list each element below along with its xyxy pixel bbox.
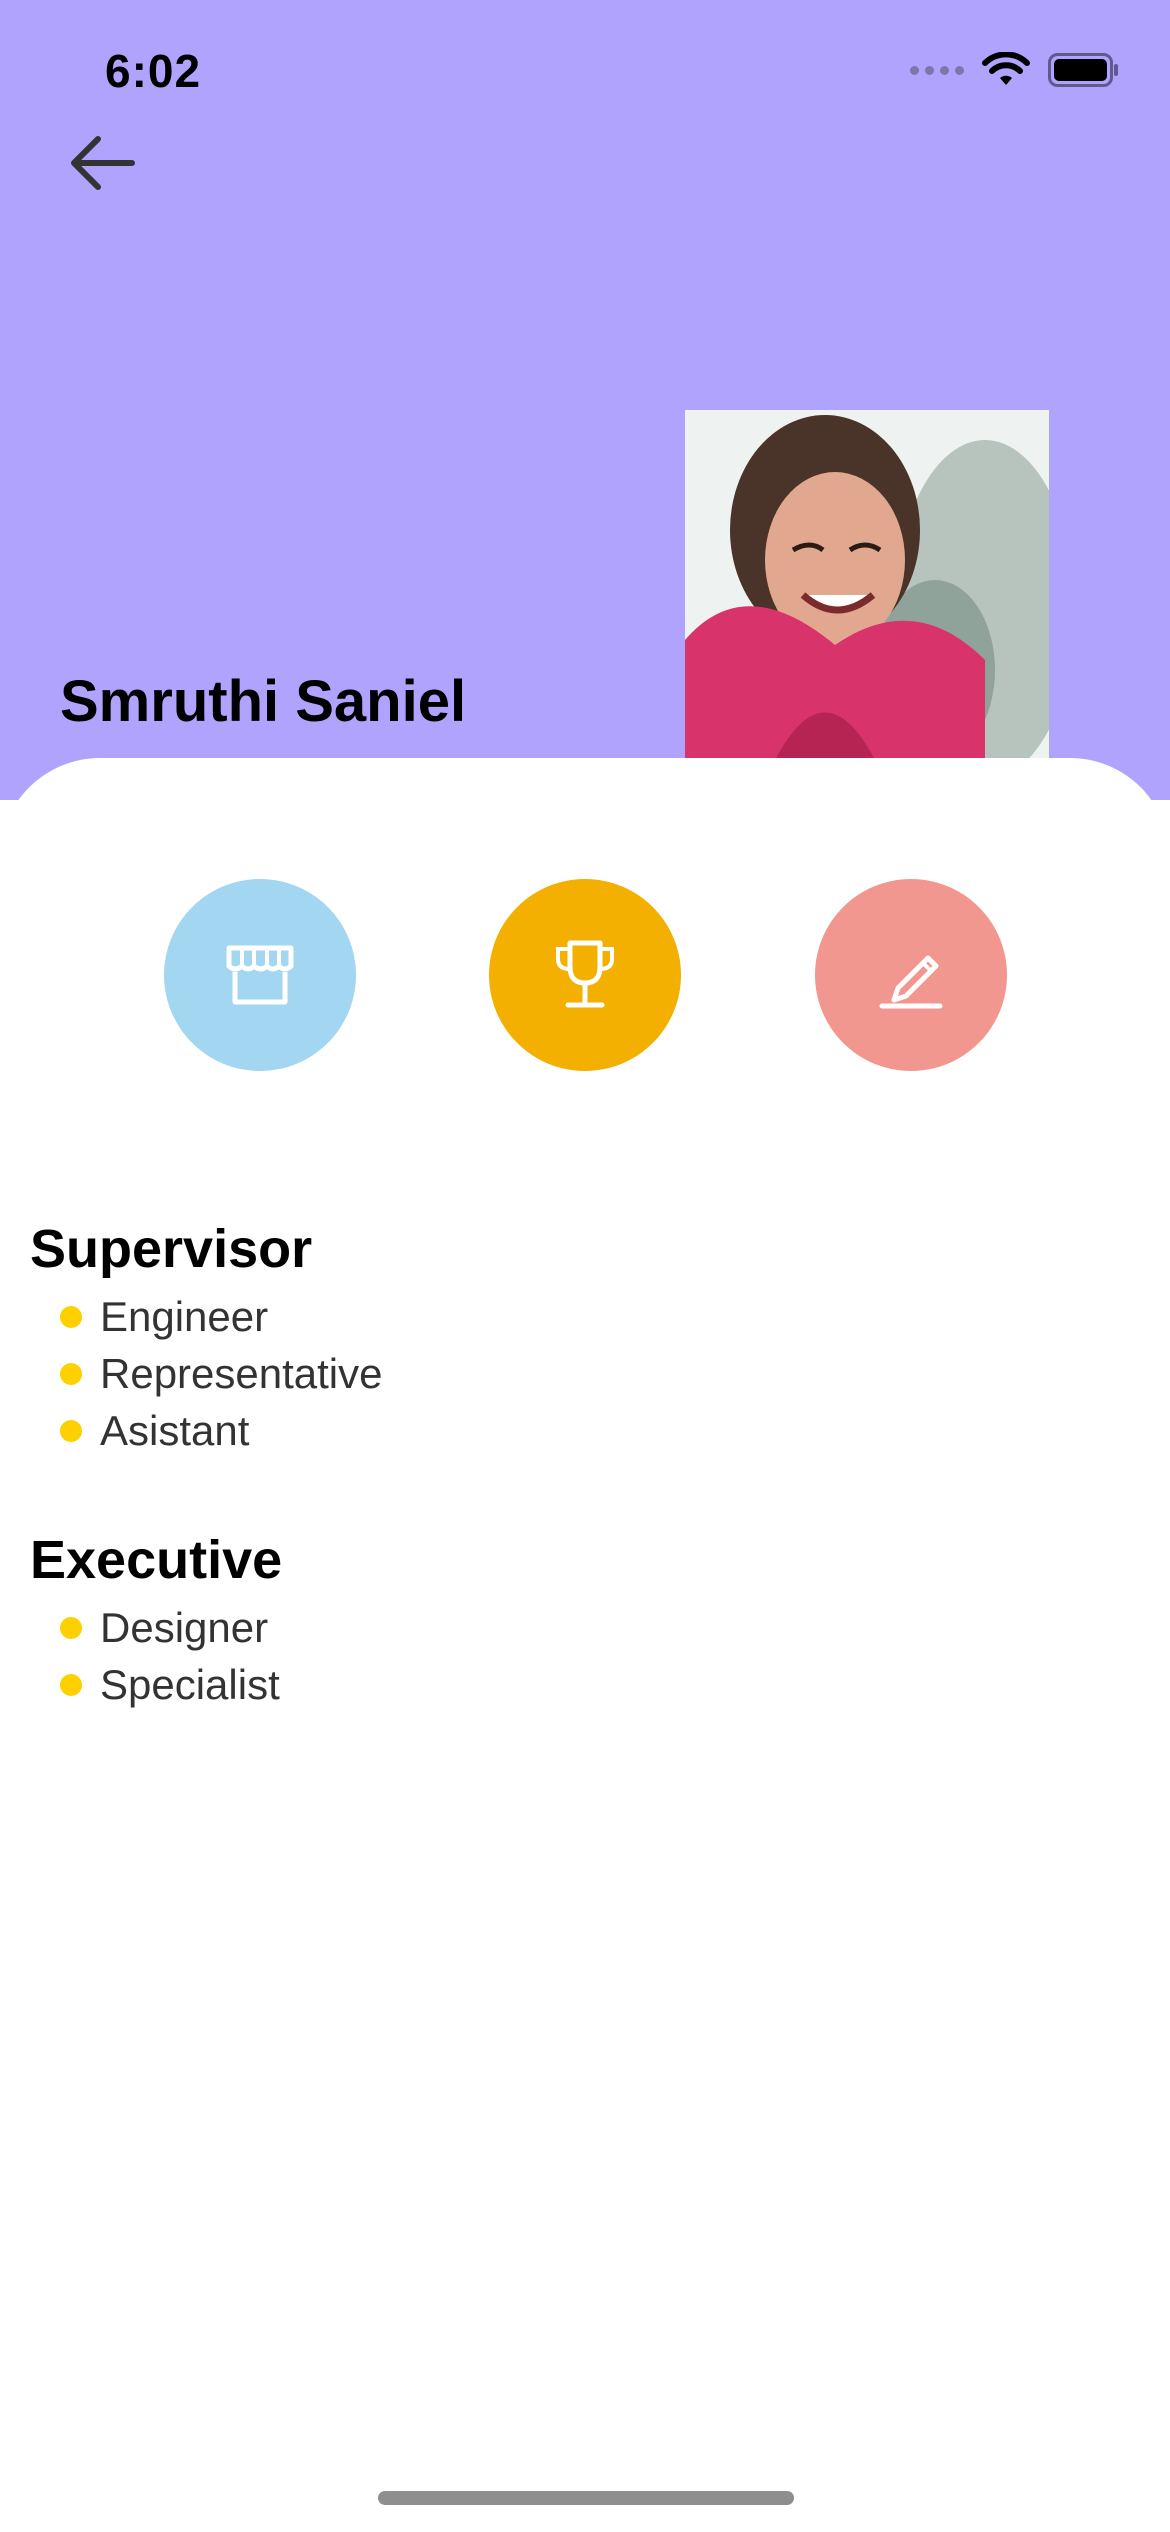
store-button[interactable]	[164, 879, 356, 1071]
section-title: Executive	[30, 1530, 283, 1590]
bullet-icon	[60, 1419, 82, 1442]
pencil-icon	[879, 955, 943, 1009]
edit-button[interactable]	[815, 879, 1007, 1071]
profile-header: 6:02 Smruthi Saniel	[0, 0, 1170, 800]
home-indicator[interactable]	[378, 2491, 794, 2505]
profile-photo	[685, 410, 1049, 760]
store-icon	[226, 945, 294, 1005]
arrow-left-icon	[71, 136, 135, 190]
supervisor-section: Supervisor Engineer Representative Asist…	[30, 1218, 383, 1459]
list-item-label: Engineer	[100, 1292, 269, 1340]
back-button[interactable]	[60, 128, 142, 198]
bullet-icon	[60, 1673, 82, 1696]
list-item-label: Representative	[100, 1349, 383, 1397]
status-icons	[910, 52, 1120, 88]
list-item: Asistant	[60, 1402, 383, 1459]
list-item: Engineer	[60, 1288, 383, 1345]
executive-section: Executive Designer Specialist	[30, 1529, 282, 1713]
list-item-label: Asistant	[100, 1406, 250, 1454]
wifi-icon	[982, 52, 1030, 85]
bullet-icon	[60, 1305, 82, 1328]
profile-photo-image	[685, 410, 1049, 760]
bullet-icon	[60, 1362, 82, 1385]
achievements-button[interactable]	[489, 879, 681, 1071]
section-title: Supervisor	[30, 1219, 313, 1279]
battery-icon	[1048, 53, 1118, 87]
status-time: 6:02	[105, 45, 202, 97]
list-item: Designer	[60, 1599, 282, 1656]
list-item: Representative	[60, 1345, 383, 1402]
list-item: Specialist	[60, 1656, 282, 1713]
trophy-icon	[556, 940, 614, 1008]
bullet-icon	[60, 1616, 82, 1639]
cellular-signal-icon	[910, 65, 964, 75]
list-item-label: Specialist	[100, 1660, 280, 1708]
profile-name: Smruthi Saniel	[60, 669, 467, 734]
list-item-label: Designer	[100, 1603, 269, 1651]
